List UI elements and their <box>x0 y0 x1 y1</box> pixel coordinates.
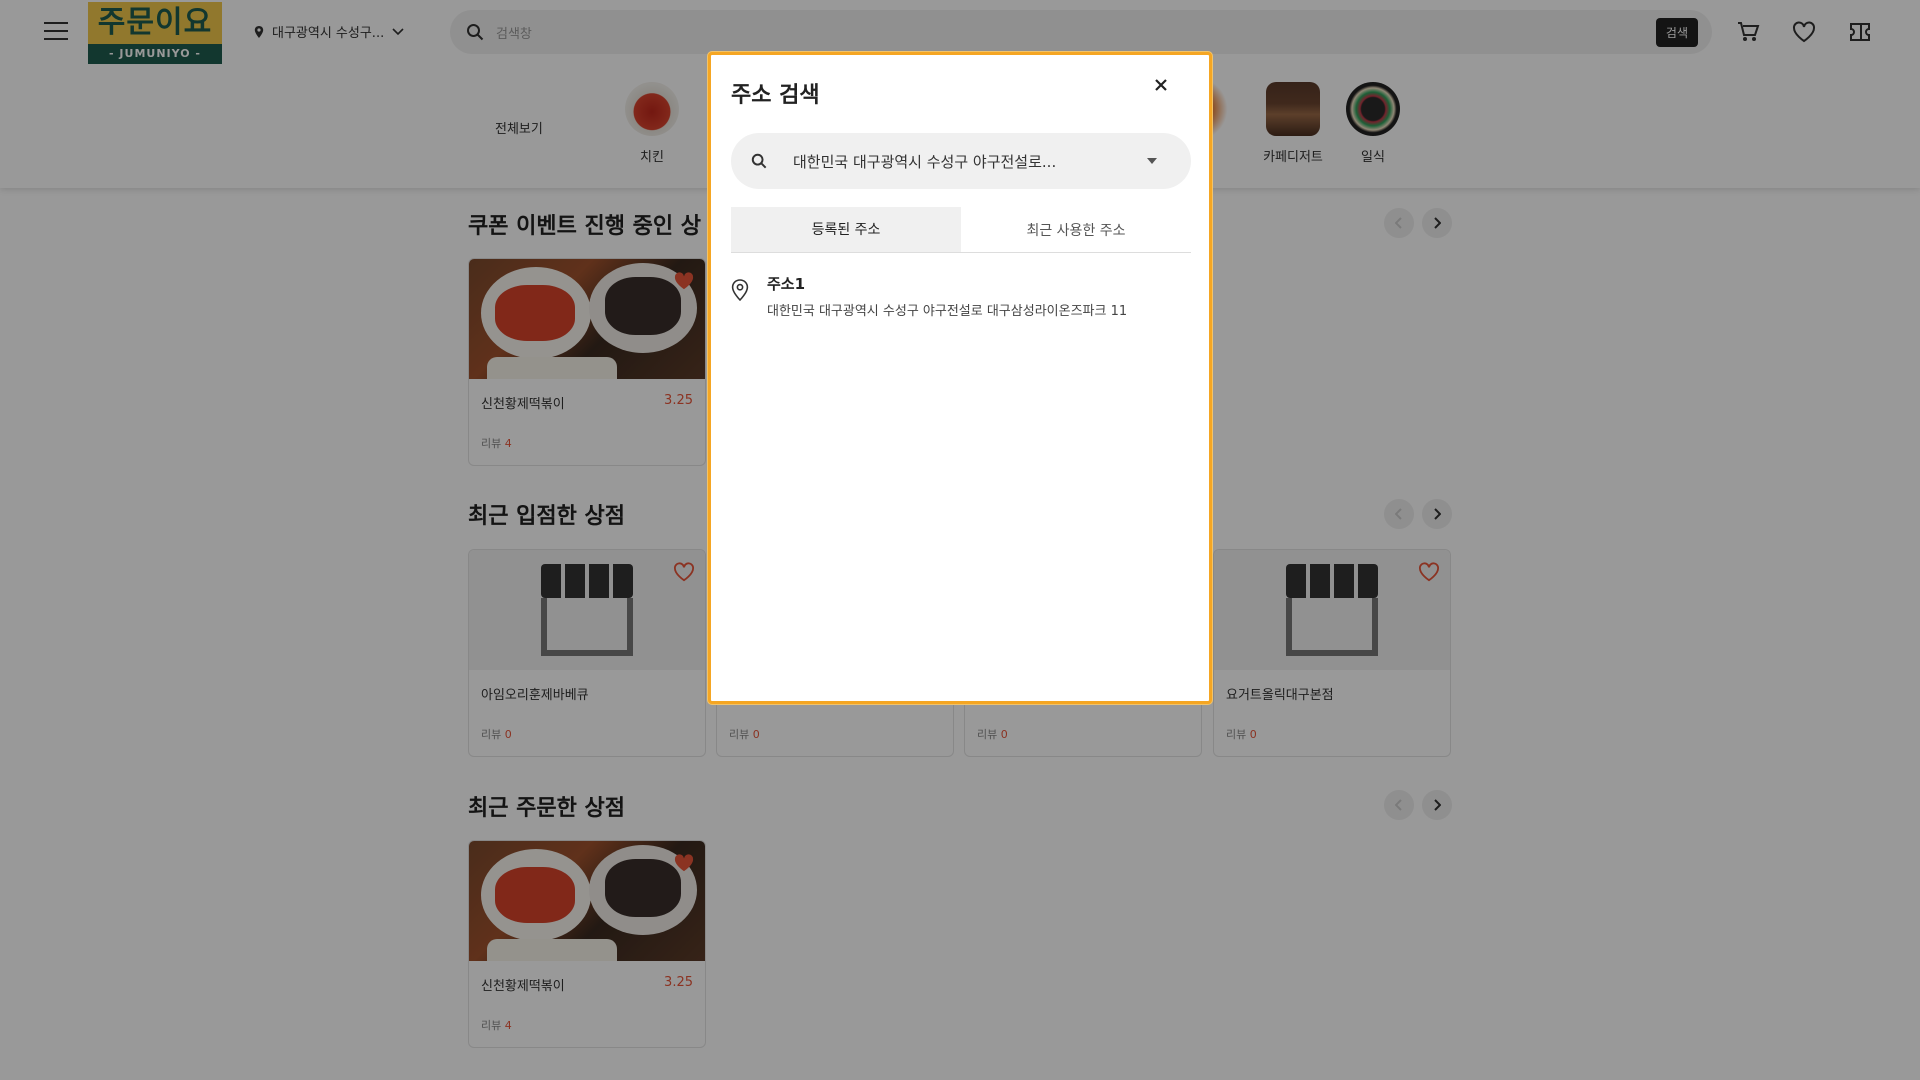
dropdown-caret-icon[interactable] <box>1147 158 1157 164</box>
address-name: 주소1 <box>767 275 806 293</box>
tab-recent-address[interactable]: 최근 사용한 주소 <box>961 207 1191 252</box>
location-pin-icon <box>731 273 767 323</box>
modal-title: 주소 검색 <box>731 83 820 108</box>
address-detail: 대한민국 대구광역시 수성구 야구전설로 대구삼성라이온즈파크 11 <box>767 304 1128 319</box>
address-search-value: 대한민국 대구광역시 수성구 야구전설로... <box>793 152 1057 171</box>
address-search-modal: 주소 검색 대한민국 대구광역시 수성구 야구전설로... 등록된 주소 최근 … <box>708 52 1212 704</box>
tab-registered-address[interactable]: 등록된 주소 <box>731 207 961 252</box>
close-icon[interactable] <box>1147 71 1175 99</box>
address-list-item[interactable]: 주소1 대한민국 대구광역시 수성구 야구전설로 대구삼성라이온즈파크 11 <box>731 273 1191 323</box>
address-search-input[interactable]: 대한민국 대구광역시 수성구 야구전설로... <box>731 133 1191 189</box>
search-icon <box>751 153 767 169</box>
address-tabs: 등록된 주소 최근 사용한 주소 <box>731 207 1191 253</box>
